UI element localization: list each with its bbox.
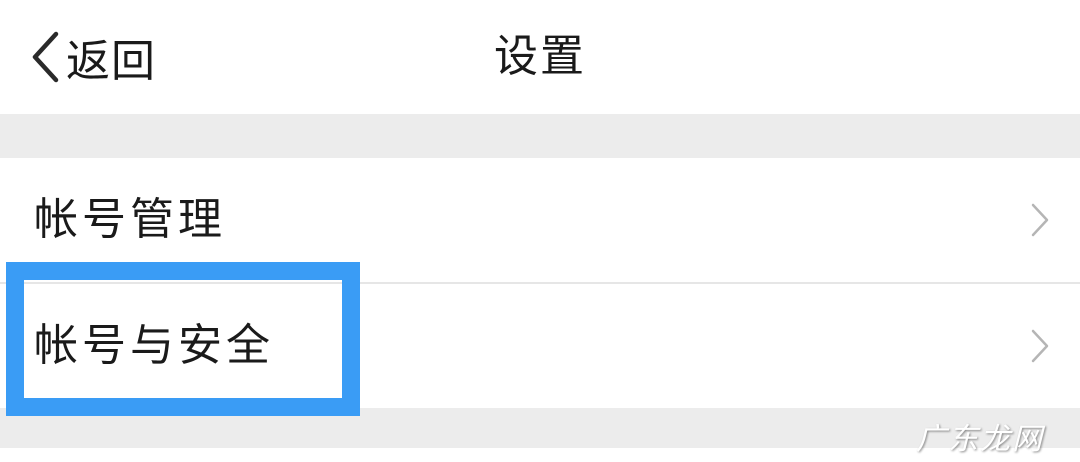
page-title: 设置: [494, 31, 586, 82]
list-item-account-security[interactable]: 帐号与安全: [0, 282, 1080, 408]
watermark: 广东龙网: [916, 422, 1044, 457]
list-item-label: 帐号管理: [34, 194, 226, 245]
list-item-account-management[interactable]: 帐号管理: [0, 158, 1080, 282]
chevron-right-icon: [1030, 202, 1050, 238]
navigation-bar: 返回 设置: [0, 0, 1080, 114]
settings-list: 帐号管理 帐号与安全: [0, 158, 1080, 408]
chevron-right-icon: [1030, 328, 1050, 364]
list-item-label: 帐号与安全: [34, 320, 274, 371]
